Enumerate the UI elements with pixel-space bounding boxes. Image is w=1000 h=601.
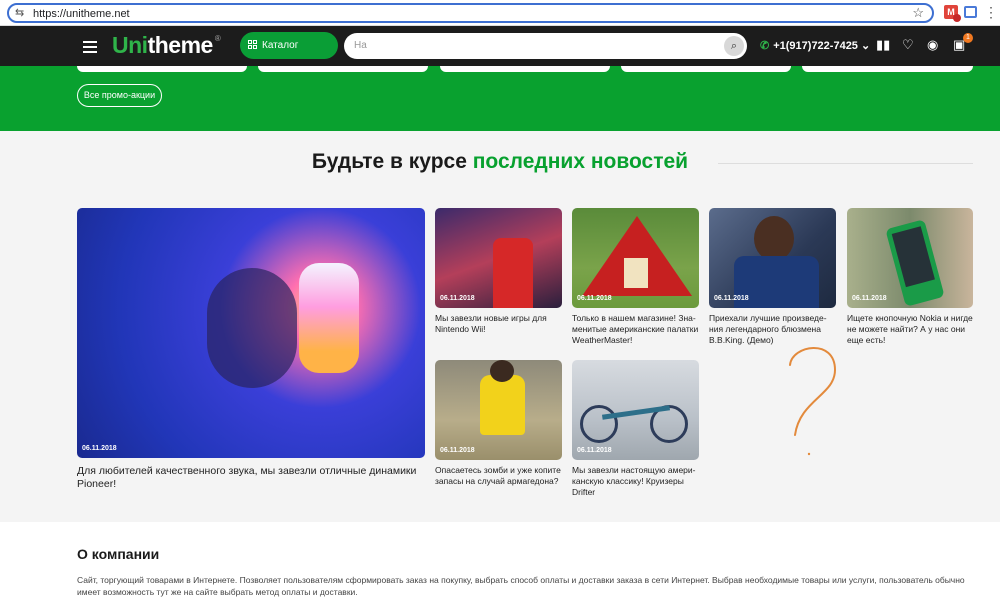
hamburger-menu-icon[interactable]	[83, 41, 97, 56]
search-input[interactable]: На ⌕	[344, 33, 747, 59]
extension-icon[interactable]	[964, 6, 977, 18]
cart-count-badge: 1	[963, 33, 973, 43]
news-caption[interactable]: Опасаетесь зомби и уже копите запасы на …	[435, 465, 562, 487]
news-image[interactable]: 06.11.2018	[572, 360, 699, 460]
grid-icon	[248, 40, 258, 50]
search-placeholder: На	[354, 40, 367, 51]
all-promos-button[interactable]: Все промо-акции	[77, 84, 162, 107]
news-image[interactable]: 06.11.2018	[847, 208, 973, 308]
news-image[interactable]: 06.11.2018	[709, 208, 836, 308]
news-date: 06.11.2018	[440, 295, 475, 302]
news-caption[interactable]: Мы завезли новые игры для Nintendo Wii!	[435, 313, 562, 335]
divider	[718, 163, 973, 164]
news-date: 06.11.2018	[440, 447, 475, 454]
news-heading: Будьте в курсе последних новостей	[311, 150, 689, 173]
catalog-button[interactable]: Каталог товаров ⌄	[240, 32, 338, 78]
gmail-extension-icon[interactable]: M	[944, 5, 961, 22]
menu-kebab-icon[interactable]: ⋮	[984, 4, 998, 21]
address-bar[interactable]: ⇆ https://unitheme.net ☆	[7, 3, 934, 23]
promo-card[interactable]	[440, 66, 610, 72]
bookmark-star-icon[interactable]: ☆	[912, 5, 924, 21]
news-caption[interactable]: Мы завезли настоящую амери-канскую класс…	[572, 465, 699, 498]
promo-card[interactable]	[258, 66, 428, 72]
news-date: 06.11.2018	[82, 445, 117, 452]
phone-icon: ✆	[760, 40, 770, 52]
about-text: Сайт, торгующий товарами в Интернете. По…	[77, 575, 965, 597]
news-image[interactable]: 06.11.2018	[572, 208, 699, 308]
promo-card[interactable]	[802, 66, 973, 72]
news-date: 06.11.2018	[577, 295, 612, 302]
news-featured-image[interactable]: 06.11.2018	[77, 208, 425, 458]
about-title: О компании	[77, 546, 160, 562]
news-image[interactable]: 06.11.2018	[435, 360, 562, 460]
site-header: Unitheme® Каталог товаров ⌄ На ⌕ ✆+1(917…	[0, 26, 1000, 78]
news-featured-caption[interactable]: Для любителей качественного звука, мы за…	[77, 465, 427, 491]
news-image[interactable]: 06.11.2018	[435, 208, 562, 308]
address-url[interactable]: https://unitheme.net	[33, 8, 130, 20]
site-logo[interactable]: Unitheme ®	[112, 32, 221, 59]
phone-link[interactable]: ✆ +1(917)722-7425 ⌄	[760, 39, 870, 52]
heart-icon[interactable]: ♡	[902, 37, 914, 53]
account-icon[interactable]: ◉	[927, 37, 938, 53]
question-mark-doodle	[789, 347, 837, 456]
news-date: 06.11.2018	[852, 295, 887, 302]
browser-toolbar: ⇆ https://unitheme.net ☆ M ⋮	[0, 0, 1000, 26]
about-section: О компании Сайт, торгующий товарами в Ин…	[0, 522, 1000, 601]
promo-card[interactable]	[621, 66, 791, 72]
compare-icon[interactable]: ▮▮	[876, 37, 890, 53]
search-icon[interactable]: ⌕	[724, 36, 744, 56]
news-date: 06.11.2018	[577, 447, 612, 454]
promo-section: Все промо-акции	[0, 66, 1000, 131]
site-info-icon[interactable]: ⇆	[15, 6, 24, 19]
promo-card[interactable]	[77, 66, 247, 72]
news-caption[interactable]: Ищете кнопочную Nokia и нигде не можете …	[847, 313, 973, 346]
news-date: 06.11.2018	[714, 295, 749, 302]
news-caption[interactable]: Только в нашем магазине! Зна-менитые аме…	[572, 313, 699, 346]
